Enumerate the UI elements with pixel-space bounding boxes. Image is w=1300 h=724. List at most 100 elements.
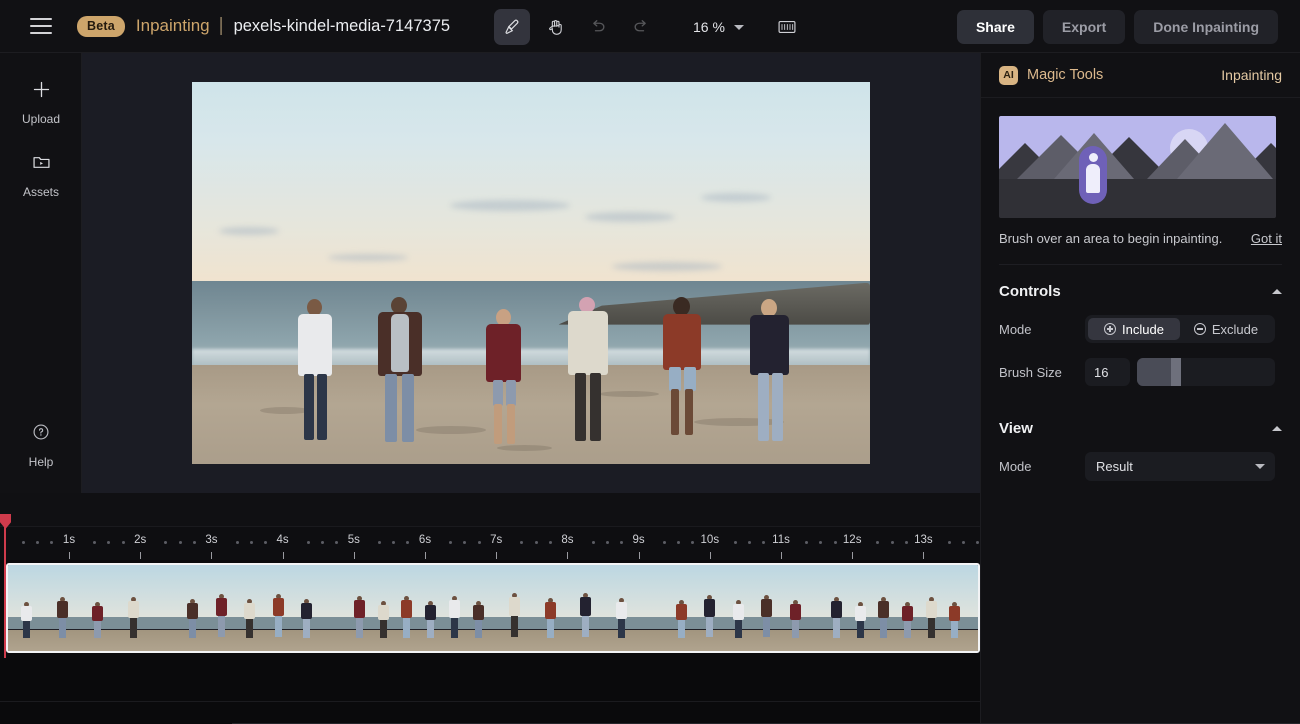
thumbnail-person: [925, 596, 937, 638]
timeline-tick: [923, 552, 925, 559]
illustration-person-head: [1088, 153, 1098, 162]
thumbnail-person: [353, 595, 365, 638]
timeline-dot: [890, 541, 894, 544]
mode-title: Inpainting: [135, 16, 210, 35]
export-button[interactable]: Export: [1042, 10, 1126, 44]
thumbnail-person: [878, 596, 890, 638]
thumbnail-person: [377, 600, 389, 638]
brush-size-input[interactable]: 16: [1085, 358, 1130, 386]
thumbnail-person: [949, 601, 961, 638]
timeline-dot: [662, 541, 666, 544]
timeline-dot: [605, 541, 609, 544]
timeline-tick: [353, 552, 355, 559]
timeline-dot: [249, 541, 253, 544]
timeline-tick-label: 3s: [205, 534, 218, 546]
timeline-dot: [961, 541, 965, 544]
thumbnail-person: [830, 596, 842, 638]
timeline-dot: [121, 541, 125, 544]
done-inpainting-button[interactable]: Done Inpainting: [1134, 10, 1278, 44]
timeline-tick-label: 10s: [700, 534, 720, 546]
slider-handle[interactable]: [1171, 358, 1181, 386]
filmstrip-thumbnail[interactable]: [654, 565, 817, 651]
filmstrip-thumbnail[interactable]: [816, 565, 978, 651]
timeline-dot: [534, 541, 538, 544]
thumbnail-person: [187, 598, 199, 638]
timeline-dot: [833, 541, 837, 544]
thumbnail-person: [244, 598, 256, 638]
thumbnail-person: [272, 593, 284, 638]
zoom-value: 16 %: [693, 19, 725, 35]
brush-size-label: Brush Size: [999, 364, 1062, 380]
brush-size-slider[interactable]: [1137, 358, 1275, 386]
share-button[interactable]: Share: [956, 10, 1034, 44]
slider-fill: [1137, 358, 1171, 386]
filmstrip-thumbnail[interactable]: [493, 565, 655, 651]
thumbnail-person: [509, 592, 521, 638]
thumbnail-person: [615, 597, 627, 638]
left-sidebar: Upload Assets Help: [0, 53, 82, 493]
cloud: [585, 211, 676, 222]
filmstrip-thumbnail[interactable]: [169, 565, 332, 651]
chevron-up-icon[interactable]: [1272, 426, 1282, 431]
thumbnail-person: [580, 592, 592, 638]
timeline-dot: [762, 541, 766, 544]
controls-title: Controls: [999, 283, 1061, 300]
chevron-down-icon: [733, 24, 744, 30]
sidebar-item-help[interactable]: Help: [0, 414, 82, 469]
chevron-down-icon: [1255, 464, 1265, 469]
view-mode-value: Result: [1096, 459, 1133, 474]
timeline-dot: [805, 541, 809, 544]
undo-button[interactable]: [580, 9, 616, 45]
timeline-tick: [211, 552, 213, 559]
sidebar-item-assets[interactable]: Assets: [0, 144, 82, 199]
filmstrip-thumbnail[interactable]: [8, 565, 170, 651]
promo-section: Brush over an area to begin inpainting. …: [981, 98, 1300, 246]
timeline-spacer: [0, 493, 980, 526]
timeline-dot: [378, 541, 381, 544]
zoom-dropdown[interactable]: 16 %: [682, 10, 755, 44]
thumbnail-person: [20, 601, 32, 638]
view-section-header[interactable]: View: [981, 386, 1300, 437]
timeline-clip[interactable]: [6, 563, 980, 653]
timeline-dot: [22, 541, 25, 544]
timeline-dot: [748, 541, 752, 544]
filmstrip-thumbnail[interactable]: [331, 565, 494, 651]
timeline-dot: [235, 541, 239, 544]
timeline-tick-label: 1s: [62, 534, 76, 546]
redo-button[interactable]: [623, 9, 659, 45]
panel-header: AI Magic Tools Inpainting: [981, 53, 1300, 98]
controls-section-header[interactable]: Controls: [981, 265, 1300, 300]
timeline-dot: [677, 541, 681, 544]
timeline-tick: [781, 552, 782, 559]
canvas-area[interactable]: [82, 53, 980, 493]
timeline-tick-label: 7s: [490, 534, 503, 546]
cloud: [612, 261, 723, 271]
got-it-link[interactable]: Got it: [1251, 231, 1282, 246]
include-label: Include: [1122, 321, 1164, 337]
mode-row: Mode Include Exclude: [981, 315, 1300, 343]
thumbnail-person: [732, 599, 744, 638]
thumbnail-person: [704, 594, 716, 638]
thumbnail-person: [902, 601, 914, 638]
beta-badge: Beta: [77, 15, 125, 37]
video-preview[interactable]: [192, 82, 870, 464]
thumbnail-person: [544, 597, 556, 638]
filmstrip-button[interactable]: [769, 9, 805, 45]
chevron-up-icon[interactable]: [1272, 289, 1282, 294]
timeline-dot: [50, 541, 54, 544]
view-mode-select[interactable]: Result: [1085, 452, 1275, 481]
exclude-mode-button[interactable]: Exclude: [1180, 318, 1272, 340]
hand-tool-button[interactable]: [537, 9, 573, 45]
brush-tool-button[interactable]: [494, 9, 530, 45]
plus-icon: [21, 71, 61, 107]
timeline-ruler[interactable]: 1s 2s 3s 4s 5s 6s 7s 8s 9s 10s 11s 12s 13s: [0, 526, 980, 560]
include-mode-button[interactable]: Include: [1088, 318, 1180, 340]
timeline-dot: [321, 541, 325, 544]
thumbnail-person: [675, 599, 687, 638]
mode-segmented-control: Include Exclude: [1085, 315, 1275, 343]
sidebar-item-upload[interactable]: Upload: [0, 71, 82, 126]
plus-circle-icon: [1104, 323, 1117, 335]
hamburger-icon[interactable]: [30, 18, 52, 34]
timeline-tick-label: 2s: [134, 534, 147, 546]
timeline-dot: [819, 541, 823, 544]
